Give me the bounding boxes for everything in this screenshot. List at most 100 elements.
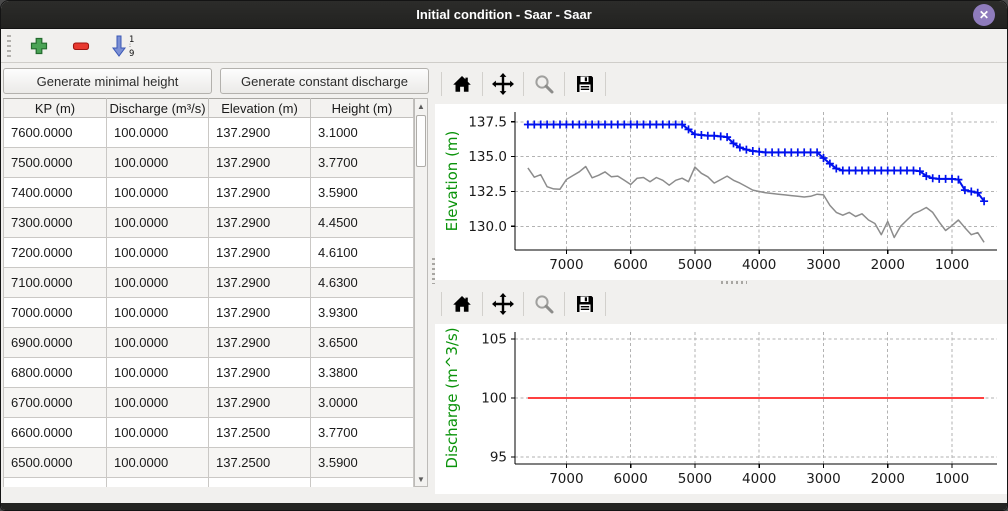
table-cell[interactable]: 3.5900 (311, 178, 414, 208)
table-scrollbar[interactable]: ▲ ▼ (414, 98, 428, 487)
table-cell[interactable]: 137.2900 (209, 238, 311, 268)
table-column-header[interactable]: Discharge (m³/s) (107, 99, 209, 118)
home-button[interactable] (446, 70, 478, 98)
table-cell[interactable]: 137.2900 (209, 358, 311, 388)
table-cell[interactable]: 100.0000 (107, 148, 209, 178)
table-cell[interactable]: 100.0000 (107, 238, 209, 268)
table-cell[interactable]: 6500.0000 (4, 448, 107, 478)
table-cell[interactable] (311, 478, 414, 488)
table-cell[interactable]: 7400.0000 (4, 178, 107, 208)
table-cell[interactable]: 6600.0000 (4, 418, 107, 448)
svg-text:6000: 6000 (614, 471, 648, 487)
table-cell[interactable] (107, 478, 209, 488)
zoom-rect-button[interactable] (528, 70, 560, 98)
save-button[interactable] (569, 290, 601, 318)
pan-button[interactable] (487, 290, 519, 318)
table-row[interactable]: 6800.0000100.0000137.29003.3800 (4, 358, 414, 388)
table-cell[interactable]: 3.1000 (311, 118, 414, 148)
table-body: 7600.0000100.0000137.29003.10007500.0000… (4, 118, 414, 488)
table-cell[interactable]: 6900.0000 (4, 328, 107, 358)
elevation-plot-canvas[interactable]: 7000600050004000300020001000137.5135.013… (435, 104, 1007, 280)
sort-rows-button[interactable]: 1 : 9 (109, 33, 143, 59)
home-button[interactable] (446, 290, 478, 318)
scrollbar-thumb[interactable] (416, 115, 426, 167)
table-column-header[interactable]: Elevation (m) (209, 99, 311, 118)
table-row[interactable]: 6700.0000100.0000137.29003.0000 (4, 388, 414, 418)
table-column-header[interactable]: KP (m) (4, 99, 107, 118)
save-button[interactable] (569, 70, 601, 98)
table-row[interactable]: 7100.0000100.0000137.29004.6300 (4, 268, 414, 298)
table-cell[interactable]: 100.0000 (107, 358, 209, 388)
table-cell[interactable]: 3.6500 (311, 328, 414, 358)
table-cell[interactable]: 137.2900 (209, 268, 311, 298)
table-cell[interactable]: 3.5900 (311, 448, 414, 478)
table-cell[interactable]: 100.0000 (107, 268, 209, 298)
toolbar-gripper[interactable] (7, 35, 11, 57)
table-cell[interactable]: 100.0000 (107, 418, 209, 448)
table-row[interactable]: 7000.0000100.0000137.29003.9300 (4, 298, 414, 328)
table-row[interactable]: 7500.0000100.0000137.29003.7700 (4, 148, 414, 178)
table-row[interactable]: 6500.0000100.0000137.25003.5900 (4, 448, 414, 478)
table-cell[interactable] (209, 478, 311, 488)
elevation-chart[interactable]: 7000600050004000300020001000137.5135.013… (435, 104, 1007, 280)
water-surface-elevation-markers (524, 121, 988, 206)
table-cell[interactable]: 137.2900 (209, 178, 311, 208)
table-cell[interactable]: 137.2900 (209, 328, 311, 358)
scroll-down-arrow-icon[interactable]: ▼ (415, 472, 427, 486)
table-cell[interactable]: 3.7700 (311, 148, 414, 178)
table-cell[interactable] (4, 478, 107, 488)
table-cell[interactable]: 137.2900 (209, 148, 311, 178)
table-row[interactable]: 7400.0000100.0000137.29003.5900 (4, 178, 414, 208)
table-row[interactable]: 7200.0000100.0000137.29004.6100 (4, 238, 414, 268)
close-button[interactable]: ✕ (973, 4, 995, 26)
table-cell[interactable]: 6700.0000 (4, 388, 107, 418)
table-cell[interactable]: 137.2900 (209, 118, 311, 148)
discharge-plot-canvas[interactable]: 700060005000400030002000100010510095Disc… (435, 324, 1007, 494)
table-cell[interactable]: 7300.0000 (4, 208, 107, 238)
pan-button[interactable] (487, 70, 519, 98)
generate-minimal-height-button[interactable]: Generate minimal height (3, 68, 212, 94)
table-cell[interactable]: 100.0000 (107, 118, 209, 148)
table-cell[interactable]: 100.0000 (107, 328, 209, 358)
table-cell[interactable]: 100.0000 (107, 208, 209, 238)
table-cell[interactable]: 100.0000 (107, 298, 209, 328)
table-cell[interactable]: 3.0000 (311, 388, 414, 418)
add-row-button[interactable] (25, 33, 53, 59)
table-cell[interactable]: 100.0000 (107, 178, 209, 208)
discharge-chart[interactable]: 700060005000400030002000100010510095Disc… (435, 324, 1007, 494)
table-cell[interactable]: 137.2500 (209, 418, 311, 448)
table-cell[interactable]: 7200.0000 (4, 238, 107, 268)
table-cell[interactable]: 3.9300 (311, 298, 414, 328)
table-cell[interactable]: 4.6100 (311, 238, 414, 268)
table-cell[interactable]: 100.0000 (107, 388, 209, 418)
table-column-header[interactable]: Height (m) (311, 99, 414, 118)
table-cell[interactable]: 100.0000 (107, 448, 209, 478)
table-row[interactable] (4, 478, 414, 488)
table-cell[interactable]: 3.7700 (311, 418, 414, 448)
table-cell[interactable]: 137.2900 (209, 208, 311, 238)
zoom-rect-button[interactable] (528, 290, 560, 318)
table-cell[interactable]: 7000.0000 (4, 298, 107, 328)
table-cell[interactable]: 3.3800 (311, 358, 414, 388)
initial-condition-table: KP (m)Discharge (m³/s)Elevation (m)Heigh… (3, 98, 414, 487)
table-cell[interactable]: 137.2500 (209, 448, 311, 478)
remove-row-button[interactable] (67, 33, 95, 59)
table-cell[interactable]: 6800.0000 (4, 358, 107, 388)
table-cell[interactable]: 4.4500 (311, 208, 414, 238)
table-row[interactable]: 6600.0000100.0000137.25003.7700 (4, 418, 414, 448)
table-row[interactable]: 7300.0000100.0000137.29004.4500 (4, 208, 414, 238)
table-cell[interactable]: 4.6300 (311, 268, 414, 298)
table-cell[interactable]: 137.2900 (209, 388, 311, 418)
table-cell[interactable]: 7600.0000 (4, 118, 107, 148)
horizontal-splitter[interactable] (435, 280, 1007, 284)
table-cell[interactable]: 7500.0000 (4, 148, 107, 178)
table-cell[interactable]: 7100.0000 (4, 268, 107, 298)
table-cell[interactable]: 137.2900 (209, 298, 311, 328)
window-bottom-edge (1, 503, 1007, 511)
scrollbar-track[interactable] (415, 113, 427, 472)
table-row[interactable]: 7600.0000100.0000137.29003.1000 (4, 118, 414, 148)
generate-constant-discharge-button[interactable]: Generate constant discharge (220, 68, 429, 94)
table-row[interactable]: 6900.0000100.0000137.29003.6500 (4, 328, 414, 358)
scroll-up-arrow-icon[interactable]: ▲ (415, 99, 427, 113)
home-icon (451, 293, 473, 315)
